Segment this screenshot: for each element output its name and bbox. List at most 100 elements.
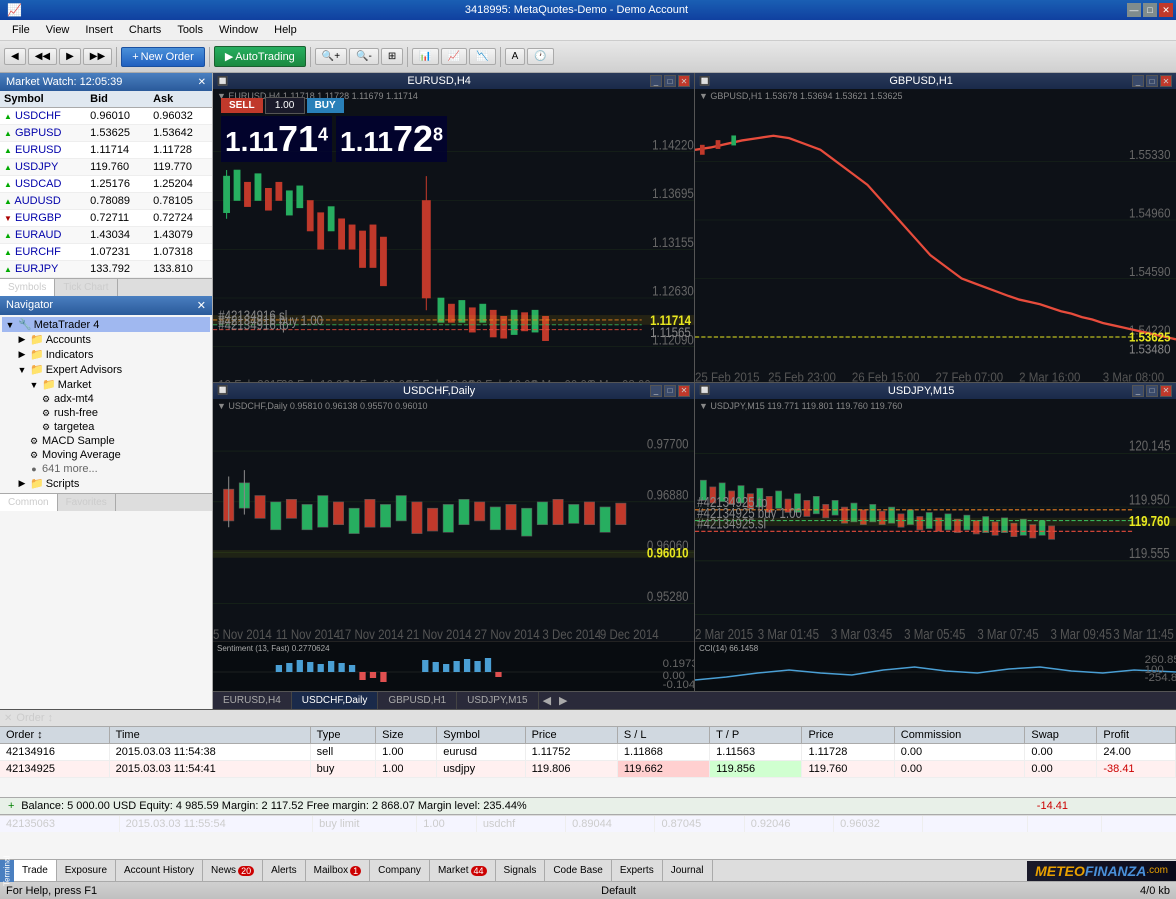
orders-container[interactable]: Order ↕ Time Type Size Symbol Price S / … — [0, 727, 1176, 797]
mw-symbol[interactable]: ▲ EURAUD — [0, 227, 86, 244]
mw-symbol[interactable]: ▲ EURJPY — [0, 261, 86, 278]
tree-item-macd-sample[interactable]: ⚙ MACD Sample — [2, 434, 210, 448]
chart-eurusd-body[interactable]: ▼ EURUSD,H4 1.11718 1.11728 1.11679 1.11… — [213, 89, 694, 382]
terminal-label[interactable]: Terminal — [0, 860, 14, 882]
chart-minimize-button[interactable]: _ — [650, 385, 662, 397]
mw-symbol[interactable]: ▲ USDCHF — [0, 108, 86, 125]
tree-item-rush-free[interactable]: ⚙ rush-free — [2, 406, 210, 420]
market-watch-row[interactable]: ▼ EURGBP 0.72711 0.72724 — [0, 210, 212, 227]
chart-maximize-button[interactable]: □ — [664, 385, 676, 397]
menu-charts[interactable]: Charts — [121, 22, 169, 38]
mw-tab-symbols[interactable]: Symbols — [0, 279, 55, 296]
col-commission[interactable]: Commission — [894, 727, 1025, 744]
toolbar-btn[interactable]: ▶ — [59, 48, 81, 65]
tab-trade[interactable]: Trade — [14, 860, 57, 881]
maximize-button[interactable]: □ — [1143, 3, 1157, 17]
col-profit[interactable]: Profit — [1097, 727, 1176, 744]
auto-trading-button[interactable]: ▶ AutoTrading — [214, 46, 306, 67]
chart-gbpusd-body[interactable]: ▼ GBPUSD,H1 1.53678 1.53694 1.53621 1.53… — [695, 89, 1176, 382]
chart-tabs-scroll-right[interactable]: ◀ — [539, 692, 555, 709]
close-button[interactable]: ✕ — [1159, 3, 1173, 17]
col-price[interactable]: Price — [525, 727, 617, 744]
toolbar-btn[interactable]: ◀ — [4, 48, 26, 65]
chart-maximize-button[interactable]: □ — [664, 75, 676, 87]
mw-tab-tick-chart[interactable]: Tick Chart — [55, 279, 117, 296]
menu-window[interactable]: Window — [211, 22, 266, 38]
col-tp[interactable]: T / P — [710, 727, 802, 744]
col-sl[interactable]: S / L — [617, 727, 709, 744]
market-watch-row[interactable]: ▲ USDCAD 1.25176 1.25204 — [0, 176, 212, 193]
chart-tabs-scroll-left[interactable]: ▶ — [555, 692, 571, 709]
chart-close-button[interactable]: ✕ — [1160, 75, 1172, 87]
tree-item-metatrader4[interactable]: ▼ 🔧 MetaTrader 4 — [2, 317, 210, 332]
toolbar-btn[interactable]: ◀◀ — [28, 48, 57, 65]
col-symbol[interactable]: Symbol — [437, 727, 525, 744]
chart-minimize-button[interactable]: _ — [650, 75, 662, 87]
menu-tools[interactable]: Tools — [169, 22, 211, 38]
mw-symbol[interactable]: ▼ EURGBP — [0, 210, 86, 227]
tree-item-accounts[interactable]: ▶ 📁 Accounts — [2, 332, 210, 347]
col-curprice[interactable]: Price — [802, 727, 894, 744]
tree-item-market[interactable]: ▼ 📁 Market — [2, 377, 210, 392]
menu-help[interactable]: Help — [266, 22, 305, 38]
mw-symbol[interactable]: ▲ GBPUSD — [0, 125, 86, 142]
buy-button[interactable]: BUY — [307, 98, 344, 113]
zoom-out-button[interactable]: 🔍- — [349, 48, 379, 65]
chart-close-button[interactable]: ✕ — [678, 75, 690, 87]
market-watch-row[interactable]: ▲ USDCHF 0.96010 0.96032 — [0, 108, 212, 125]
new-order-button[interactable]: + New Order — [121, 47, 205, 67]
tab-alerts[interactable]: Alerts — [263, 860, 306, 881]
market-watch-close[interactable]: ✕ — [198, 77, 206, 88]
tab-mailbox[interactable]: Mailbox 1 — [306, 860, 370, 881]
market-watch-row[interactable]: ▲ EURJPY 133.792 133.810 — [0, 261, 212, 278]
nav-tab-common[interactable]: Common — [0, 494, 58, 511]
chart-tab-usdchf[interactable]: USDCHF,Daily — [292, 692, 379, 709]
tree-item-indicators[interactable]: ▶ 📁 Indicators — [2, 347, 210, 362]
market-watch-row[interactable]: ▲ EURUSD 1.11714 1.11728 — [0, 142, 212, 159]
toolbar-btn[interactable]: 📈 — [441, 48, 467, 65]
chart-close-button[interactable]: ✕ — [1160, 385, 1172, 397]
tab-experts[interactable]: Experts — [612, 860, 663, 881]
chart-tab-gbpusd[interactable]: GBPUSD,H1 — [378, 692, 457, 709]
market-watch-row[interactable]: ▲ GBPUSD 1.53625 1.53642 — [0, 125, 212, 142]
chart-maximize-button[interactable]: □ — [1146, 75, 1158, 87]
tree-item-adx-mt4[interactable]: ⚙ adx-mt4 — [2, 392, 210, 406]
chart-minimize-button[interactable]: _ — [1132, 385, 1144, 397]
col-order[interactable]: Order ↕ — [0, 727, 109, 744]
order-row-42135063[interactable]: 42135063 2015.03.03 11:55:54 buy limit 1… — [0, 816, 1176, 832]
market-watch-row[interactable]: ▲ USDJPY 119.760 119.770 — [0, 159, 212, 176]
trade-size-input[interactable] — [265, 97, 305, 114]
menu-insert[interactable]: Insert — [77, 22, 121, 38]
tab-news[interactable]: News 20 — [203, 860, 263, 881]
tab-company[interactable]: Company — [370, 860, 430, 881]
chart-close-button[interactable]: ✕ — [678, 385, 690, 397]
menu-file[interactable]: File — [4, 22, 38, 38]
col-size[interactable]: Size — [376, 727, 437, 744]
tab-exposure[interactable]: Exposure — [57, 860, 116, 881]
tab-journal[interactable]: Journal — [663, 860, 713, 881]
chart-tab-usdjpy[interactable]: USDJPY,M15 — [457, 692, 538, 709]
tab-market[interactable]: Market 44 — [430, 860, 496, 881]
col-time[interactable]: Time — [109, 727, 310, 744]
toolbar-btn[interactable]: A — [505, 48, 526, 65]
tab-code-base[interactable]: Code Base — [545, 860, 611, 881]
chart-minimize-button[interactable]: _ — [1132, 75, 1144, 87]
menu-view[interactable]: View — [38, 22, 78, 38]
market-watch-row[interactable]: ▲ AUDUSD 0.78089 0.78105 — [0, 193, 212, 210]
mw-symbol[interactable]: ▲ EURCHF — [0, 244, 86, 261]
market-watch-row[interactable]: ▲ EURAUD 1.43034 1.43079 — [0, 227, 212, 244]
order-row-42134916[interactable]: 42134916 2015.03.03 11:54:38 sell 1.00 e… — [0, 744, 1176, 761]
tab-account-history[interactable]: Account History — [116, 860, 203, 881]
toolbar-btn[interactable]: ⊞ — [381, 48, 403, 65]
mw-symbol[interactable]: ▲ EURUSD — [0, 142, 86, 159]
chart-maximize-button[interactable]: □ — [1146, 385, 1158, 397]
toolbar-btn[interactable]: 📊 — [412, 48, 438, 65]
chart-usdjpy-body[interactable]: ▼ USDJPY,M15 119.771 119.801 119.760 119… — [695, 399, 1176, 692]
chart-usdchf-body[interactable]: ▼ USDCHF,Daily 0.95810 0.96138 0.95570 0… — [213, 399, 694, 692]
toolbar-btn[interactable]: 🕐 — [527, 48, 553, 65]
tree-item-641-more[interactable]: ● 641 more... — [2, 462, 210, 476]
col-type[interactable]: Type — [310, 727, 375, 744]
chart-tab-eurusd[interactable]: EURUSD,H4 — [213, 692, 292, 709]
tree-item-scripts[interactable]: ▶ 📁 Scripts — [2, 476, 210, 491]
market-watch-row[interactable]: ▲ EURCHF 1.07231 1.07318 — [0, 244, 212, 261]
